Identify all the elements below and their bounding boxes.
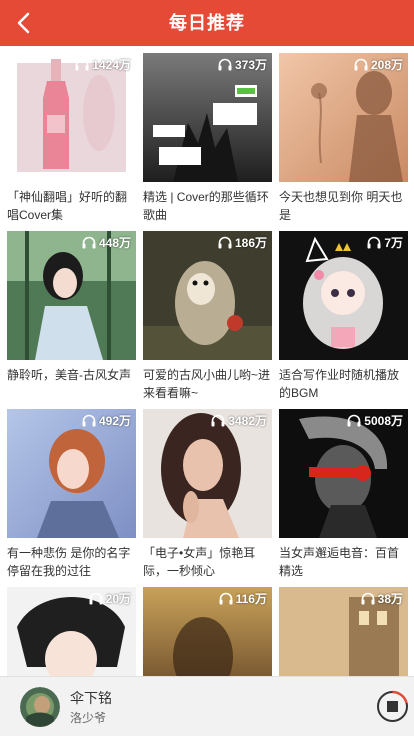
play-count-value: 373万 [234, 58, 267, 72]
play-count: 20万 [89, 590, 131, 607]
song-title: 伞下铭 [70, 690, 112, 706]
headphones-icon [82, 236, 96, 249]
play-count-value: 20万 [105, 592, 131, 606]
stop-icon [377, 690, 408, 722]
playlist-cover: 3482万 [143, 409, 272, 538]
playlist-cover: 1424万 [7, 53, 136, 182]
play-count-value: 38万 [377, 592, 403, 606]
play-count: 116万 [219, 590, 267, 607]
play-count-value: 5008万 [364, 414, 403, 428]
headphones-icon [218, 236, 232, 249]
play-count-value: 186万 [234, 236, 267, 250]
play-count: 1424万 [75, 56, 131, 73]
playlist-card[interactable]: 116万 [143, 587, 272, 676]
playlist-card[interactable]: 492万 有一种悲伤 是你的名字停留在我的过往 [7, 409, 136, 580]
headphones-icon [219, 592, 233, 605]
play-count-value: 1424万 [92, 58, 131, 72]
headphones-icon [367, 236, 381, 249]
playlist-card[interactable]: 38万 [279, 587, 408, 676]
play-count: 208万 [354, 56, 403, 73]
playlist-title: 「神仙翻唱」好听的翻唱Cover集 [7, 190, 128, 222]
playlist-card[interactable]: 1424万 「神仙翻唱」好听的翻唱Cover集 [7, 53, 136, 224]
playlist-cover: 373万 [143, 53, 272, 182]
headphones-icon [354, 58, 368, 71]
playlist-title: 精选 | Cover的那些循环歌曲 [143, 190, 269, 222]
headphones-icon [82, 414, 96, 427]
play-count: 373万 [218, 56, 267, 73]
playlist-cover: 5008万 [279, 409, 408, 538]
play-count-value: 7万 [384, 236, 403, 250]
headphones-icon [218, 58, 232, 71]
playlist-title: 「电子•女声」惊艳耳际，一秒倾心 [143, 546, 256, 578]
playlist-card[interactable]: 7万 适合写作业时随机播放的BGM [279, 231, 408, 402]
play-count: 7万 [367, 234, 403, 251]
playlist-cover: 448万 [7, 231, 136, 360]
headphones-icon [361, 592, 375, 605]
play-count-value: 492万 [98, 414, 131, 428]
play-count-value: 3482万 [228, 414, 267, 428]
playlist-card[interactable]: 20万 [7, 587, 136, 676]
playlist-card[interactable]: 5008万 当女声邂逅电音：百首精选 [279, 409, 408, 580]
play-count: 38万 [361, 590, 403, 607]
playlist-title: 当女声邂逅电音：百首精选 [279, 546, 400, 578]
playlist-cover: 20万 [7, 587, 136, 676]
playlist-title: 适合写作业时随机播放的BGM [279, 368, 400, 400]
page-title: 每日推荐 [169, 13, 245, 33]
playlist-cover: 7万 [279, 231, 408, 360]
playlist-cover: 38万 [279, 587, 408, 676]
artist-name: 洛少爷 [70, 711, 107, 725]
headphones-icon [211, 414, 225, 427]
playlist-grid: 1424万 「神仙翻唱」好听的翻唱Cover集 373万 精选 | Cover的… [0, 46, 414, 676]
play-count: 3482万 [211, 412, 267, 429]
album-art-image [20, 687, 60, 727]
headphones-icon [75, 58, 89, 71]
play-count-value: 116万 [235, 592, 267, 606]
playlist-title: 静聆听，美音-古风女声 [7, 368, 131, 382]
stop-button[interactable] [376, 690, 409, 723]
headphones-icon [89, 592, 103, 605]
album-art[interactable] [20, 687, 60, 727]
play-count: 5008万 [347, 412, 403, 429]
playlist-card[interactable]: 373万 精选 | Cover的那些循环歌曲 [143, 53, 272, 224]
play-count-value: 448万 [98, 236, 131, 250]
playlist-title: 有一种悲伤 是你的名字停留在我的过往 [7, 546, 131, 578]
headphones-icon [347, 414, 361, 427]
playlist-card[interactable]: 186万 可爱的古风小曲儿哟~进来看看嘛~ [143, 231, 272, 402]
app-header: 每日推荐 [0, 0, 414, 46]
play-count: 186万 [218, 234, 267, 251]
play-count-value: 208万 [370, 58, 403, 72]
playlist-cover: 208万 [279, 53, 408, 182]
playlist-cover: 116万 [143, 587, 272, 676]
mini-player[interactable]: 伞下铭 洛少爷 [0, 676, 414, 736]
playlist-card[interactable]: 208万 今天也想见到你 明天也是 [279, 53, 408, 224]
playlist-cover: 186万 [143, 231, 272, 360]
playlist-card[interactable]: 3482万 「电子•女声」惊艳耳际，一秒倾心 [143, 409, 272, 580]
playlist-title: 今天也想见到你 明天也是 [279, 190, 403, 222]
play-count: 448万 [82, 234, 131, 251]
play-count: 492万 [82, 412, 131, 429]
playlist-card[interactable]: 448万 静聆听，美音-古风女声 [7, 231, 136, 402]
playlist-title: 可爱的古风小曲儿哟~进来看看嘛~ [143, 368, 271, 400]
playlist-cover: 492万 [7, 409, 136, 538]
